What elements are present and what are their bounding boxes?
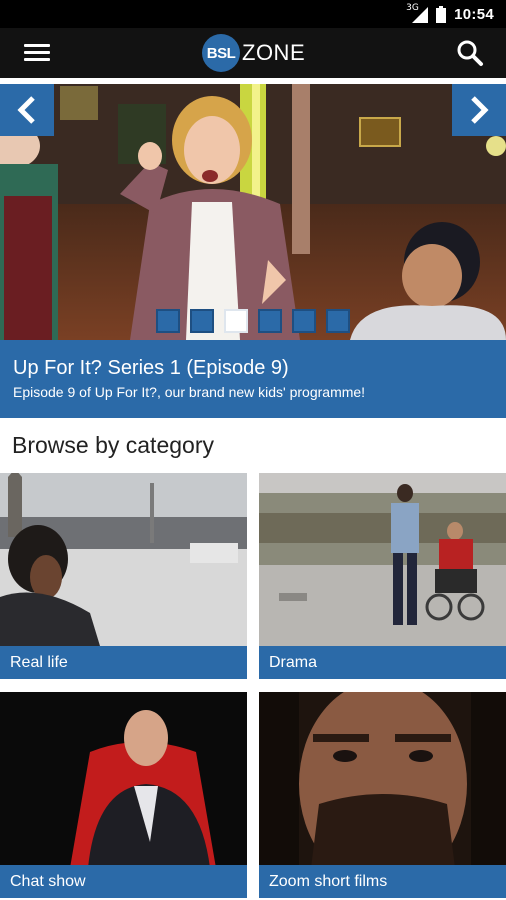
search-icon [457,40,483,66]
carousel-dot[interactable] [258,309,282,333]
carousel-dot[interactable] [190,309,214,333]
featured-image [0,84,506,340]
carousel-dot[interactable] [326,309,350,333]
section-heading: Browse by category [12,432,214,458]
category-tile-chat-show[interactable]: Chat show [0,692,247,898]
logo-text: ZONE [242,40,306,65]
chevron-right-icon [471,96,489,124]
carousel-prev-button[interactable] [0,84,54,136]
category-label: Zoom short films [259,865,506,898]
carousel-dot[interactable] [292,309,316,333]
app-bar: BSL ZONE [0,28,506,78]
carousel-dot[interactable] [224,309,248,333]
category-tile-zoom-short-films[interactable]: Zoom short films [259,692,506,898]
logo-badge: BSL [202,34,240,72]
signal-icon [412,7,429,23]
carousel-next-button[interactable] [452,84,506,136]
app-logo[interactable]: BSL ZONE [202,34,305,72]
featured-title: Up For It? Series 1 (Episode 9) [13,357,289,379]
featured-caption[interactable]: Up For It? Series 1 (Episode 9) Episode … [0,340,506,418]
featured-carousel[interactable] [0,84,506,340]
status-icons: 3G 10:54 [406,3,494,24]
menu-button[interactable] [24,40,52,66]
status-bar: 3G 10:54 [0,0,506,28]
category-tile-drama[interactable]: Drama [259,473,506,679]
carousel-dot[interactable] [156,309,180,333]
category-tile-real-life[interactable]: Real life [0,473,247,679]
battery-icon [436,5,447,23]
category-label: Drama [259,646,506,679]
category-label: Chat show [0,865,247,898]
menu-icon [24,44,52,61]
category-label: Real life [0,646,247,679]
clock: 10:54 [454,5,494,23]
carousel-pagination [156,309,350,333]
chevron-left-icon [17,96,35,124]
featured-subtitle: Episode 9 of Up For It?, our brand new k… [13,384,366,400]
signal-indicator: 3G [406,3,429,23]
search-button[interactable] [456,39,484,67]
